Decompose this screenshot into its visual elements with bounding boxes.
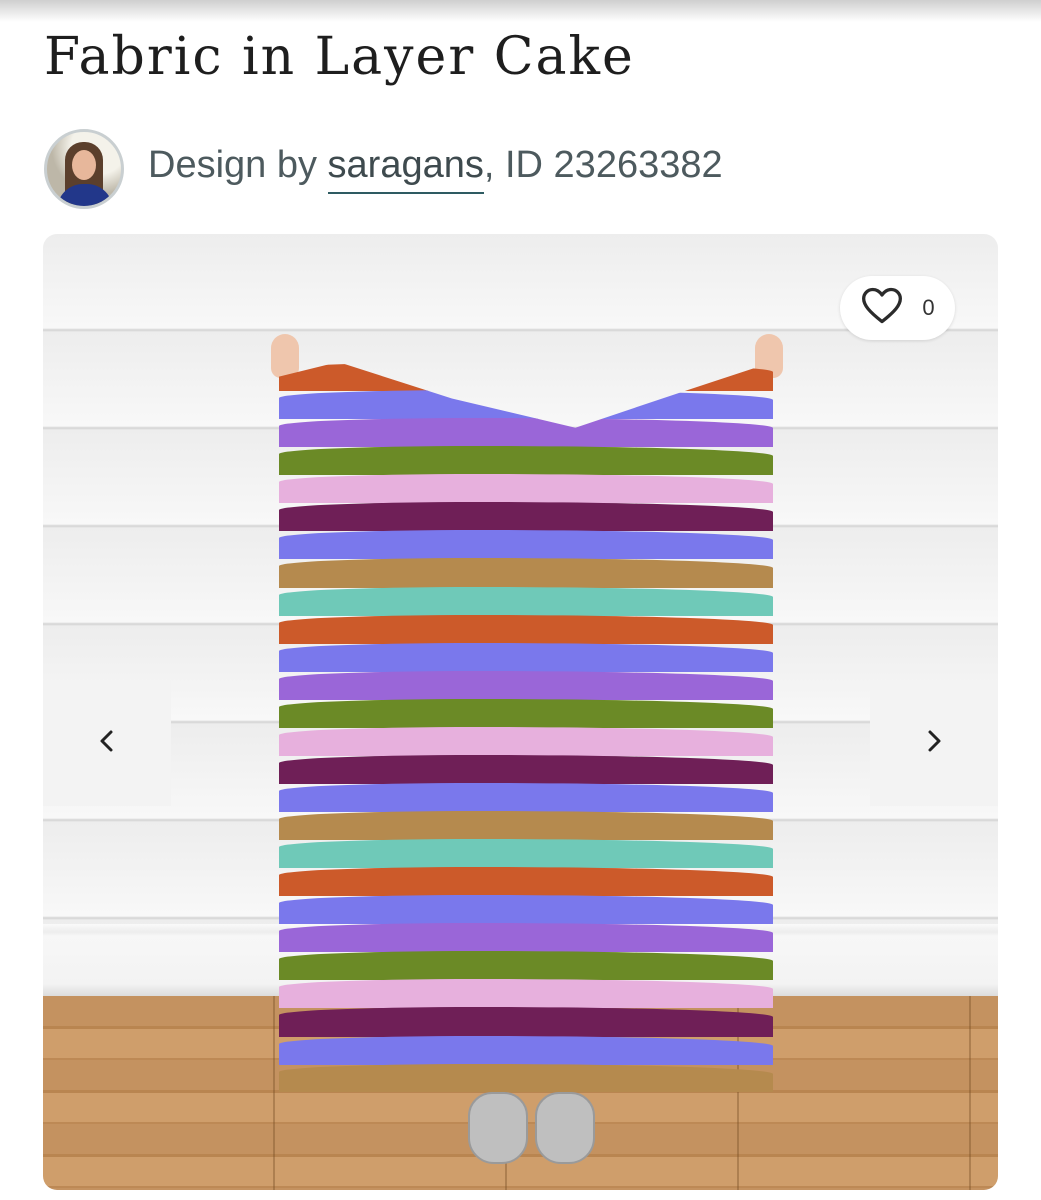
chevron-left-icon <box>96 726 118 761</box>
heart-outline-icon <box>860 284 904 333</box>
blanket-stripe <box>279 1035 773 1065</box>
next-image-button[interactable] <box>870 680 998 806</box>
blanket-stripe <box>279 698 773 728</box>
blanket-stripe <box>279 530 773 560</box>
left-hand <box>271 334 299 378</box>
blanket-stripe <box>279 670 773 700</box>
left-shoe <box>468 1092 528 1164</box>
blanket-stripe <box>279 895 773 925</box>
blanket-stripe <box>279 390 773 420</box>
designer-link[interactable]: saragans <box>327 144 484 194</box>
byline: Design by saragans, ID 23263382 <box>148 144 723 194</box>
blanket-stripe <box>279 923 773 953</box>
blanket-stripe <box>279 1007 773 1037</box>
blanket-stripe <box>279 558 773 588</box>
blanket-stripe <box>279 839 773 869</box>
previous-image-button[interactable] <box>43 680 171 806</box>
chevron-right-icon <box>923 726 945 761</box>
blanket-stripe <box>279 446 773 476</box>
blanket-stripe <box>279 474 773 504</box>
blanket-stripe <box>279 586 773 616</box>
blanket-stripe <box>279 614 773 644</box>
top-shadow <box>0 0 1041 22</box>
blanket-stripe <box>279 867 773 897</box>
blanket-stripe <box>279 418 773 448</box>
blanket-stripe <box>279 782 773 812</box>
product-image-gallery[interactable]: 0 <box>43 234 998 1190</box>
blanket-stripe <box>279 979 773 1009</box>
designer-avatar[interactable] <box>44 129 124 209</box>
designer-info: Design by saragans, ID 23263382 <box>44 127 723 211</box>
byline-prefix: Design by <box>148 144 328 186</box>
blanket-stripe <box>279 754 773 784</box>
blanket-stripe <box>279 502 773 532</box>
blanket-product-image <box>279 362 773 1092</box>
favorite-count: 0 <box>922 295 935 320</box>
favorite-button[interactable]: 0 <box>840 276 955 340</box>
blanket-stripe <box>279 951 773 981</box>
blanket-stripe <box>279 811 773 841</box>
design-id: , ID 23263382 <box>483 144 723 186</box>
page-title: Fabric in Layer Cake <box>44 27 635 87</box>
right-shoe <box>535 1092 595 1164</box>
blanket-stripe <box>279 362 773 392</box>
blanket-stripe <box>279 642 773 672</box>
blanket-stripe <box>279 1063 773 1092</box>
blanket-stripe <box>279 726 773 756</box>
